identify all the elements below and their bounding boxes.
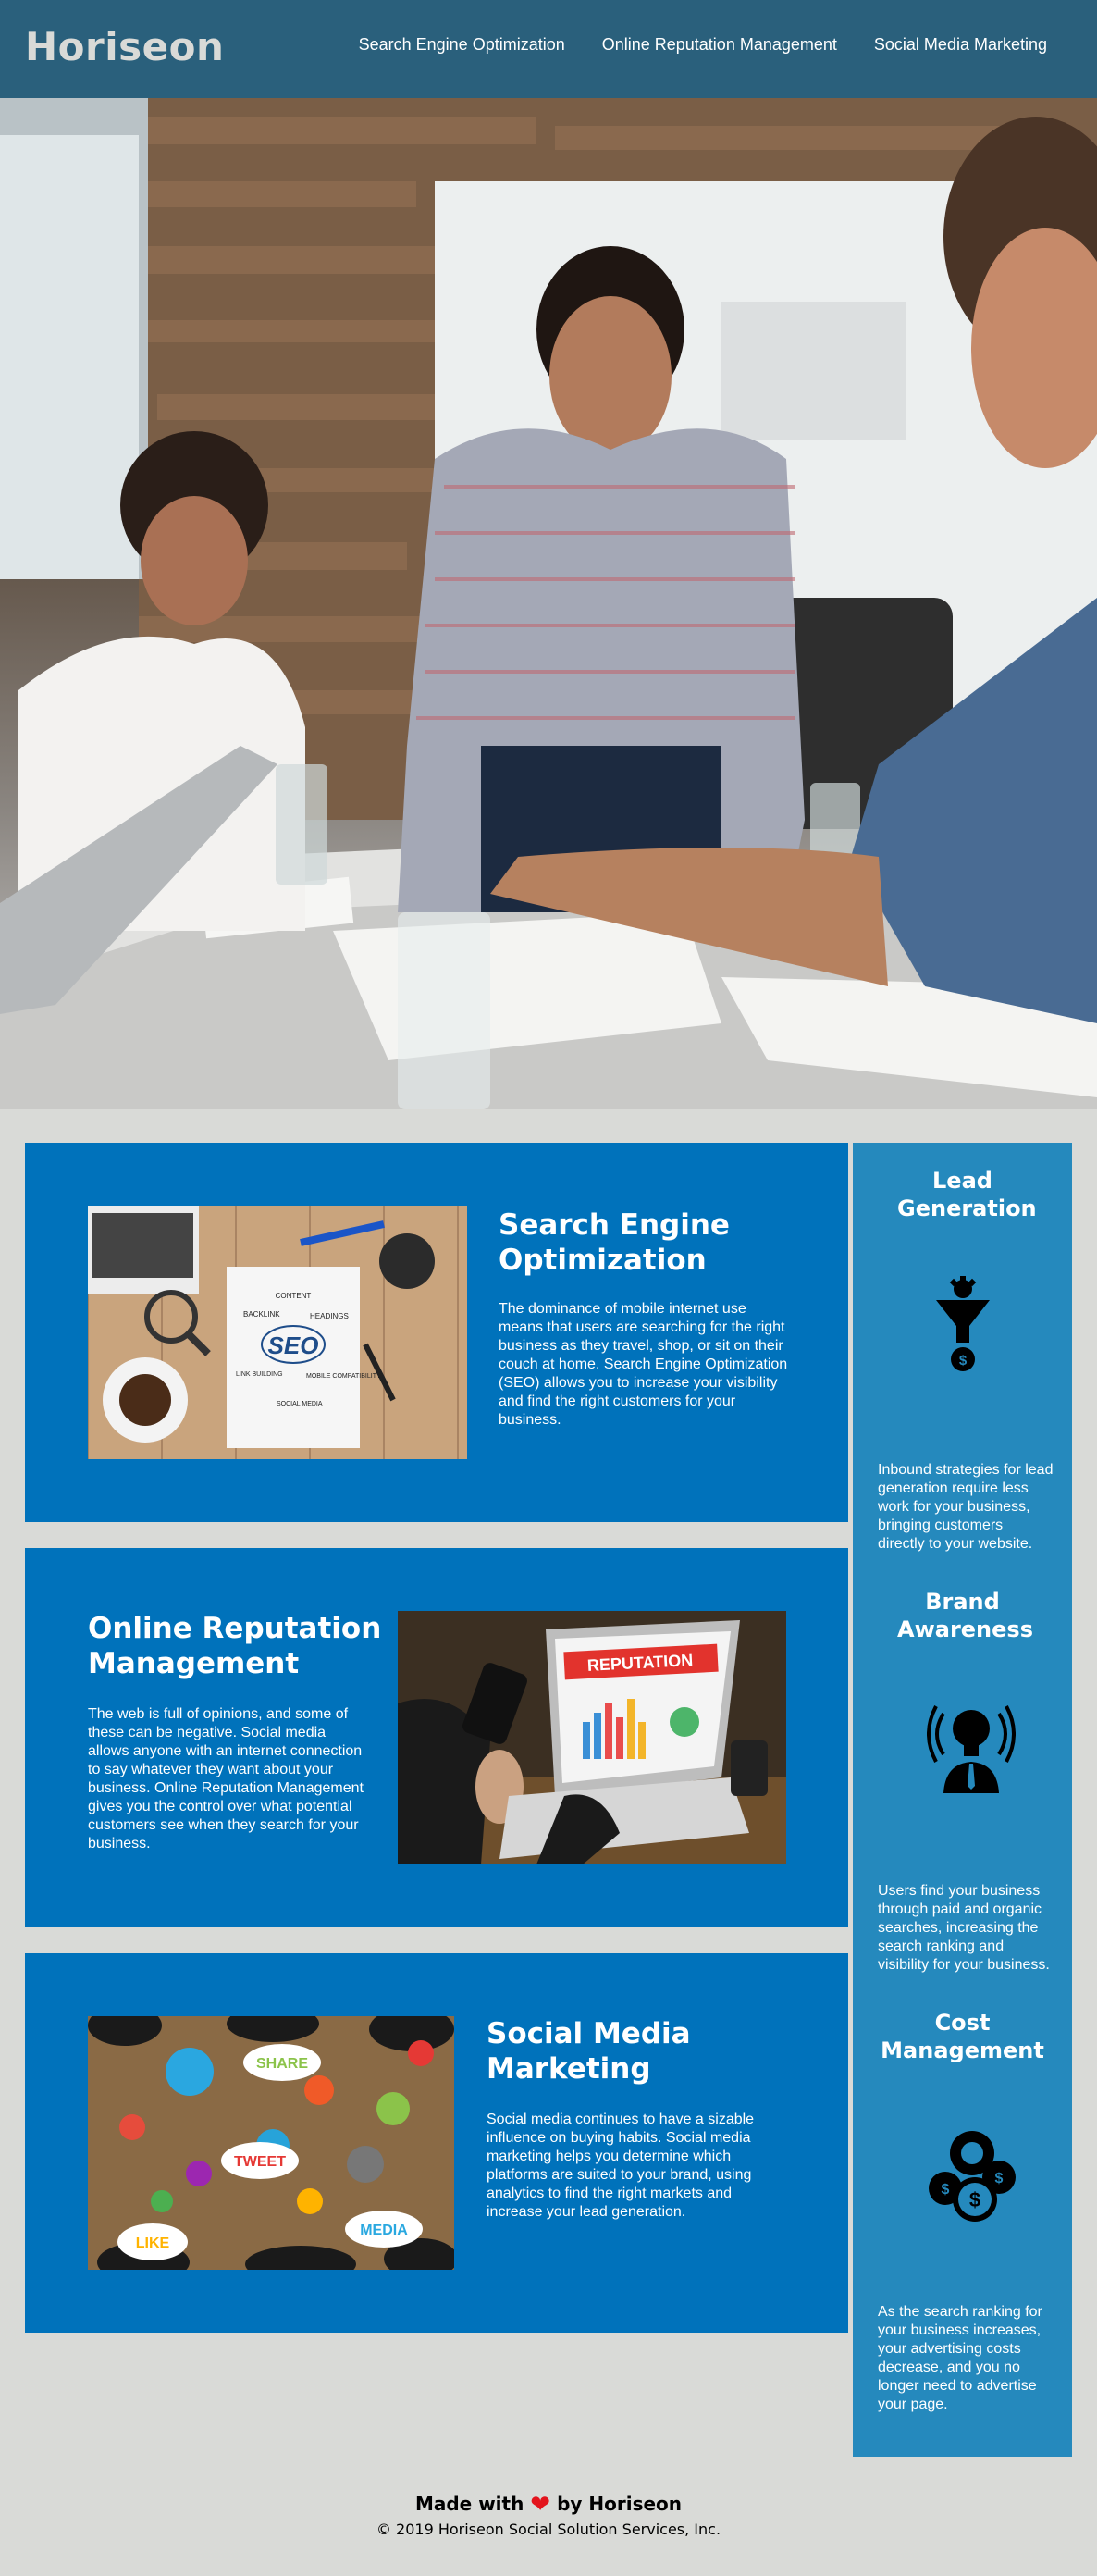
tweet-bubble-label: TWEET — [234, 2154, 286, 2170]
svg-text:BACKLINK: BACKLINK — [243, 1310, 280, 1319]
svg-text:$: $ — [969, 2188, 980, 2211]
seo-body: The dominance of mobile internet use mea… — [499, 1301, 788, 1428]
svg-text:LINK BUILDING: LINK BUILDING — [236, 1371, 283, 1378]
made-with-line: Made with ❤ by Horiseon — [0, 2491, 1097, 2519]
reputation-title: Online Reputation Management — [88, 1612, 382, 1680]
svg-text:SOCIAL MEDIA: SOCIAL MEDIA — [277, 1401, 323, 1407]
copyright-text: © 2019 Horiseon Social Solution Services… — [376, 2520, 721, 2538]
svg-text:$: $ — [959, 1353, 968, 1368]
nav-link-social-media[interactable]: Social Media Marketing — [874, 35, 1047, 55]
seo-image: SEO CONTENT BACKLINK HEADINGS LINK BUILD… — [88, 1206, 467, 1459]
benefits-sidebar: Lead Generation $ Inbound strategies for… — [853, 1143, 1072, 2457]
site-logo[interactable]: Horiseon — [25, 24, 224, 69]
svg-text:$: $ — [995, 2171, 1004, 2186]
main-nav: Search Engine Optimization Online Reputa… — [359, 35, 1047, 55]
reputation-section: Online Reputation Management The web is … — [25, 1548, 848, 1927]
share-bubble-label: SHARE — [256, 2056, 308, 2072]
cost-management-icon: $ $ $ — [923, 2125, 1021, 2222]
cost-management-text: As the search ranking for your business … — [878, 2304, 1042, 2412]
social-media-image: SHARE TWEET LIKE MEDIA — [88, 2016, 454, 2270]
hero-image — [0, 98, 1097, 1109]
lead-generation-title: Lead Generation — [897, 1168, 1037, 1221]
site-header: Horiseon Search Engine Optimization Onli… — [0, 0, 1097, 98]
lead-generation-text: Inbound strategies for lead generation r… — [878, 1462, 1054, 1552]
svg-text:MOBILE COMPATIBILITY: MOBILE COMPATIBILITY — [306, 1373, 381, 1380]
cost-management-title: Cost Management — [881, 2010, 1044, 2063]
lead-generation-icon: $ — [936, 1276, 990, 1372]
social-media-title: Social Media Marketing — [487, 2017, 691, 2086]
seo-section: SEO CONTENT BACKLINK HEADINGS LINK BUILD… — [25, 1143, 848, 1522]
seo-notebook-label: SEO — [268, 1331, 319, 1359]
site-footer: Made with ❤ by Horiseon © 2019 Horiseon … — [0, 2491, 1097, 2538]
seo-title: Search Engine Optimization — [499, 1208, 730, 1277]
reputation-body: The web is full of opinions, and some of… — [88, 1706, 364, 1852]
reputation-image: REPUTATION — [398, 1611, 786, 1864]
social-media-section: SHARE TWEET LIKE MEDIA Social Media Mark… — [25, 1953, 848, 2333]
svg-text:HEADINGS: HEADINGS — [310, 1312, 349, 1320]
brand-awareness-icon — [927, 1697, 1016, 1793]
brand-awareness-text: Users find your business through paid an… — [878, 1883, 1050, 1973]
heart-icon: ❤ — [530, 2491, 551, 2519]
svg-text:CONTENT: CONTENT — [276, 1292, 312, 1300]
nav-link-reputation[interactable]: Online Reputation Management — [602, 35, 837, 55]
made-with-suffix: by Horiseon — [557, 2493, 683, 2515]
nav-link-seo[interactable]: Search Engine Optimization — [359, 35, 565, 55]
social-media-body: Social media continues to have a sizable… — [487, 2112, 755, 2220]
brand-awareness-title: Brand Awareness — [897, 1589, 1033, 1642]
made-with-prefix: Made with — [414, 2493, 524, 2515]
svg-text:$: $ — [942, 2182, 950, 2198]
media-bubble-label: MEDIA — [360, 2223, 408, 2238]
like-bubble-label: LIKE — [136, 2235, 170, 2251]
